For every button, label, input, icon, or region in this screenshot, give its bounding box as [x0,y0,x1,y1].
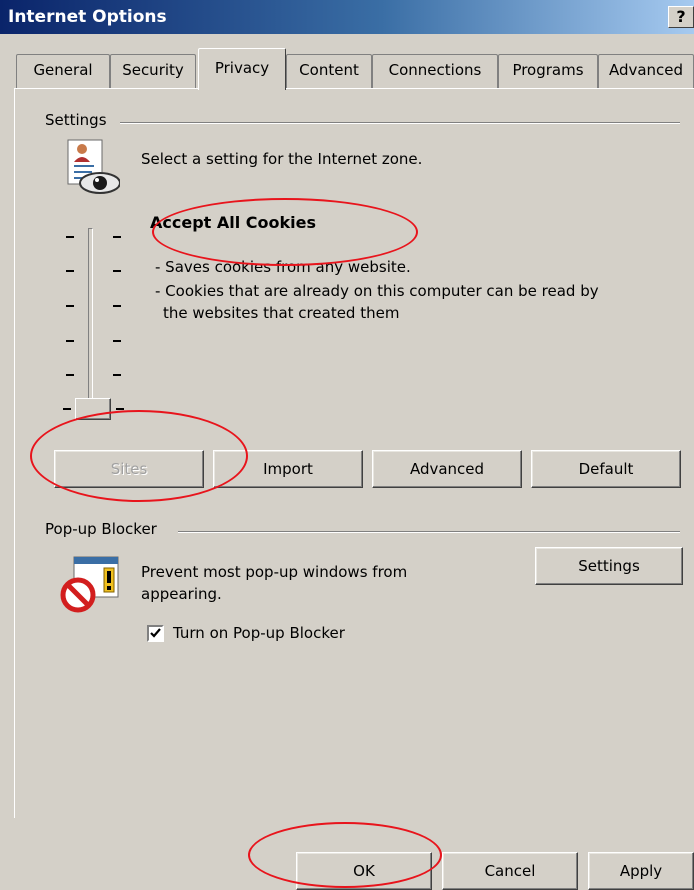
privacy-level-title: Accept All Cookies [150,213,317,232]
help-button[interactable]: ? [668,6,694,28]
tab-advanced[interactable]: Advanced [598,54,694,88]
privacy-document-eye-icon [62,138,121,196]
popup-group-label: Pop-up Blocker [42,520,162,538]
slider-tick [66,374,74,376]
privacy-slider-track[interactable] [88,228,93,416]
tab-privacy[interactable]: Privacy [198,48,286,90]
popup-blocked-icon [60,555,122,613]
sites-button[interactable]: Sites [54,450,204,488]
slider-tick [113,374,121,376]
tab-programs[interactable]: Programs [498,54,598,88]
import-button[interactable]: Import [213,450,363,488]
slider-tick [113,340,121,342]
default-button[interactable]: Default [531,450,681,488]
popup-blocker-checkbox-label[interactable]: Turn on Pop-up Blocker [173,624,345,642]
settings-group-label: Settings [42,111,112,129]
slider-tick [113,305,121,307]
window-title: Internet Options [8,7,167,27]
ok-button[interactable]: OK [296,852,432,890]
title-bar: Internet Options ? [0,0,694,34]
popup-desc-line-1: Prevent most pop-up windows from [141,563,408,581]
slider-tick [113,270,121,272]
slider-tick [66,340,74,342]
cancel-button[interactable]: Cancel [442,852,578,890]
privacy-level-desc-1: - Saves cookies from any website. [155,258,411,276]
slider-tick [63,408,71,410]
popup-group-divider [178,531,680,533]
tab-general[interactable]: General [16,54,110,88]
slider-tick [113,236,121,238]
slider-tick [66,270,74,272]
popup-desc-line-2: appearing. [141,585,222,603]
slider-tick [66,305,74,307]
apply-button[interactable]: Apply [588,852,694,890]
advanced-button[interactable]: Advanced [372,450,522,488]
privacy-level-desc-3: the websites that created them [163,304,400,322]
tab-content[interactable]: Content [286,54,372,88]
settings-group-divider [120,122,680,124]
zone-prompt-text: Select a setting for the Internet zone. [141,150,423,168]
privacy-slider-thumb[interactable] [75,398,111,420]
popup-blocker-checkbox[interactable] [147,625,164,642]
tab-security[interactable]: Security [110,54,196,88]
slider-tick [116,408,124,410]
popup-settings-button[interactable]: Settings [535,547,683,585]
privacy-level-desc-2: - Cookies that are already on this compu… [155,282,599,300]
tab-connections[interactable]: Connections [372,54,498,88]
slider-tick [66,236,74,238]
